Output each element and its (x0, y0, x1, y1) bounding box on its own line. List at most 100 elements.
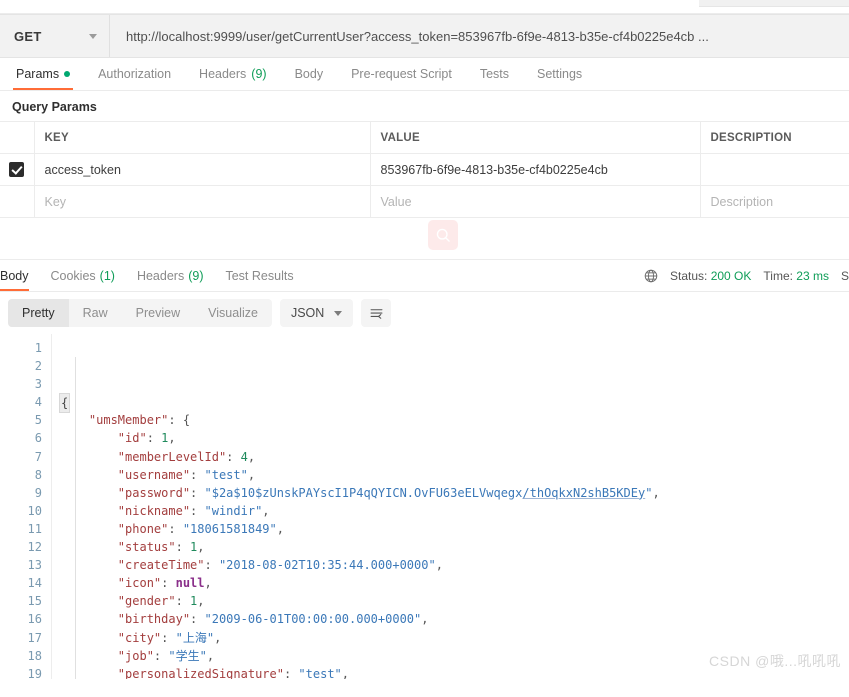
status-badge: 200 OK (710, 268, 752, 283)
url-input[interactable]: http://localhost:9999/user/getCurrentUse… (110, 15, 849, 57)
code-line: "memberLevelId": 4, (117, 449, 256, 464)
chevron-down-icon (89, 34, 97, 39)
code-line: "birthday": "2009-06-01T00:00:00.000+000… (117, 612, 429, 627)
line-number: 8 (34, 467, 42, 482)
globe-icon (644, 269, 658, 283)
line-number: 17 (27, 630, 42, 645)
request-tab-tests[interactable]: Tests (466, 58, 523, 90)
line-number: 10 (27, 503, 42, 518)
request-tab-label: Params (16, 67, 60, 81)
request-tab-pre-request-script[interactable]: Pre-request Script (337, 58, 466, 90)
response-tab-bar: Body Cookies (1) Headers (9) Test Results Sta… (0, 260, 849, 292)
code-line: "password": "$2a$10$zUnskPAYscI1P4qQYICN… (117, 485, 660, 500)
code-line: "username": "test", (117, 467, 256, 482)
request-tab-label: Body (294, 67, 324, 81)
response-tab-headers[interactable]: Headers (9) (126, 260, 215, 291)
header-cell-key: KEY (34, 121, 371, 154)
line-number: 11 (27, 521, 42, 536)
code-line: "gender": 1, (117, 594, 205, 609)
line-number-gutter: 1 2 3 4 5 6 7 8 9 10 11 12 13 14 15 16 17 18 19 (0, 334, 52, 679)
request-url-bar: GET http://localhost:9999/user/getCurren… (0, 14, 849, 58)
row-enable-checkbox-cell[interactable] (0, 153, 35, 186)
response-format-label: JSON (290, 306, 325, 320)
request-tab-label: Tests (479, 67, 509, 81)
line-number: 6 (34, 431, 42, 446)
line-number: 13 (27, 558, 42, 573)
params-modified-dot-icon (64, 71, 71, 77)
line-number: 9 (34, 485, 42, 500)
table-row[interactable]: access_token 853967fb-6f9e-4813-b35e-cf4… (0, 153, 849, 186)
status-label: Status: 200 OK (670, 269, 751, 283)
checkbox-checked-icon[interactable] (9, 162, 25, 177)
wrap-lines-icon (370, 308, 383, 319)
search-icon-button[interactable] (428, 220, 458, 250)
response-view-mode-group: Pretty Raw Preview Visualize (8, 299, 272, 327)
request-tab-headers[interactable]: Headers (9) (185, 58, 281, 90)
param-description-input[interactable] (700, 153, 849, 186)
response-tab-count: (9) (188, 268, 204, 283)
line-number: 19 (27, 666, 42, 679)
search-icon (436, 228, 450, 242)
param-value-input[interactable]: 853967fb-6f9e-4813-b35e-cf4b0225e4cb (370, 153, 701, 186)
time-label-text: Time: (763, 268, 793, 283)
time-label: Time: 23 ms (763, 269, 829, 283)
response-tab-test-results[interactable]: Test Results (214, 260, 304, 291)
divider (0, 13, 849, 14)
response-body-viewer[interactable]: 1 2 3 4 5 6 7 8 9 10 11 12 13 14 15 16 17 18 19 { "umsMemb… (0, 334, 849, 679)
param-description-input-empty[interactable]: Description (700, 185, 849, 218)
response-tab-label: Cookies (50, 268, 96, 283)
query-params-table: KEY VALUE DESCRIPTION access_token 85396… (0, 121, 849, 218)
url-text: http://localhost:9999/user/getCurrentUse… (126, 28, 709, 44)
view-mode-visualize[interactable]: Visualize (194, 299, 272, 327)
http-method-label: GET (14, 28, 42, 44)
line-number: 14 (27, 576, 42, 591)
line-number: 3 (34, 377, 42, 392)
header-cell-value: VALUE (370, 121, 701, 154)
code-fold-rail (75, 357, 76, 679)
params-spacer (0, 218, 849, 260)
code-line: "icon": null, (117, 576, 212, 591)
code-line: { (59, 393, 849, 414)
request-tab-count: (9) (251, 67, 267, 81)
code-line: "phone": "18061581849", (117, 521, 284, 536)
response-meta: Status: 200 OK Time: 23 ms S (644, 269, 849, 283)
response-tab-cookies[interactable]: Cookies (1) (40, 260, 126, 291)
http-method-select[interactable]: GET (0, 15, 110, 57)
request-tab-authorization[interactable]: Authorization (84, 58, 185, 90)
code-line: "createTime": "2018-08-02T10:35:44.000+0… (117, 558, 443, 573)
param-key-input-empty[interactable]: Key (34, 185, 371, 218)
table-row-empty[interactable]: Key Value Description (0, 185, 849, 218)
json-code[interactable]: { "umsMember": { "id": 1, "memberLevelId… (52, 334, 849, 679)
code-line: "personalizedSignature": "test", (117, 666, 350, 679)
request-tab-label: Authorization (98, 67, 172, 81)
code-line: "umsMember": { (88, 413, 191, 428)
request-tab-params[interactable]: Params (2, 58, 84, 90)
request-tab-settings[interactable]: Settings (523, 58, 596, 90)
line-number: 15 (27, 594, 42, 609)
response-tab-label: Headers (136, 268, 185, 283)
code-line: "id": 1, (117, 431, 176, 446)
response-tab-body[interactable]: Body (0, 260, 40, 291)
line-number: 18 (27, 648, 42, 663)
view-mode-raw[interactable]: Raw (69, 299, 122, 327)
response-tab-label: Test Results (225, 268, 294, 283)
query-params-heading: Query Params (12, 100, 97, 114)
line-number: 5 (34, 413, 42, 428)
code-line: "nickname": "windir", (117, 503, 270, 518)
param-value-input-empty[interactable]: Value (370, 185, 701, 218)
row-enable-checkbox-cell-empty[interactable] (0, 185, 35, 218)
view-mode-preview[interactable]: Preview (122, 299, 194, 327)
response-tab-label: Body (0, 268, 29, 283)
line-number: 7 (34, 449, 42, 464)
param-key-input[interactable]: access_token (34, 153, 371, 186)
view-mode-pretty[interactable]: Pretty (8, 299, 69, 327)
line-number: 2 (34, 359, 42, 374)
response-tab-count: (1) (99, 268, 115, 283)
line-number: 16 (27, 612, 42, 627)
request-tab-body[interactable]: Body (281, 58, 338, 90)
response-format-select[interactable]: JSON (279, 299, 354, 327)
wrap-lines-button[interactable] (361, 299, 392, 327)
code-line: "city": "上海", (117, 630, 222, 645)
request-tab-label: Settings (537, 67, 583, 81)
code-line: "job": "学生", (117, 648, 215, 663)
